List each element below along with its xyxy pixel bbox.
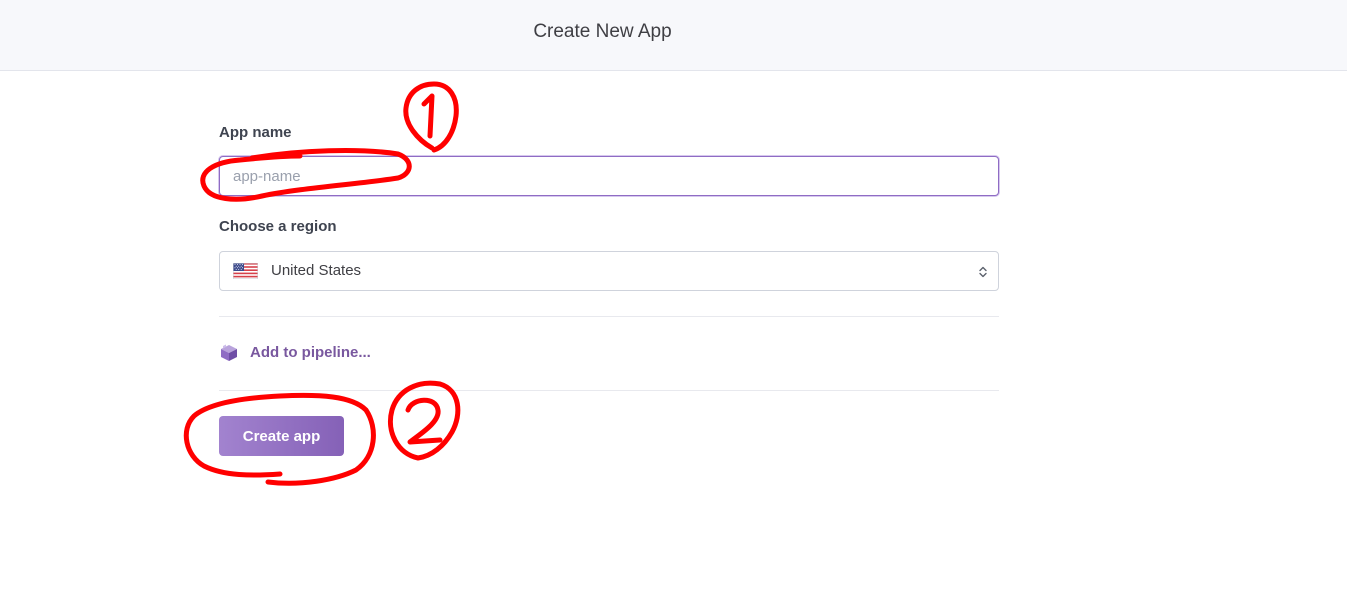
region-selected-value: United States	[271, 262, 362, 279]
annotation-number-1-stroke	[421, 93, 435, 139]
pipeline-cube-icon	[221, 344, 237, 361]
annotation-number-2-stroke	[405, 397, 443, 445]
create-app-button[interactable]: Create app	[219, 416, 344, 456]
page-title: Create New App	[533, 21, 672, 42]
page-header: Create New App	[0, 0, 1347, 71]
region-label: Choose a region	[219, 218, 337, 235]
select-chevrons-icon	[979, 266, 987, 278]
region-select[interactable]: United States	[219, 251, 999, 291]
us-flag-icon	[233, 263, 258, 279]
divider	[219, 390, 999, 391]
app-name-label: App name	[219, 124, 292, 141]
red-annotation-overlay	[183, 81, 461, 486]
annotation-number-1-outline	[403, 81, 459, 153]
app-name-input[interactable]	[219, 156, 999, 196]
add-to-pipeline-label: Add to pipeline...	[250, 344, 371, 361]
divider	[219, 316, 999, 317]
annotation-number-2-outline	[388, 380, 461, 461]
